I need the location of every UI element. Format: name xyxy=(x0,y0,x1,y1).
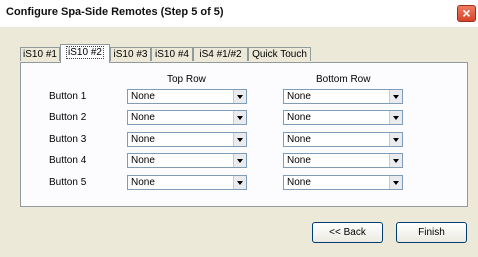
dialog-body: iS10 #1 iS10 #2 iS10 #3 iS10 #4 iS4 #1/#… xyxy=(0,26,478,257)
finish-button[interactable]: Finish xyxy=(396,222,467,243)
tab-is10-3[interactable]: iS10 #3 xyxy=(110,47,151,61)
chevron-down-icon[interactable] xyxy=(233,90,246,103)
button-1-top-select[interactable]: None xyxy=(127,89,247,104)
tab-quick-touch[interactable]: Quick Touch xyxy=(248,47,311,61)
button-2-label: Button 2 xyxy=(49,112,87,123)
tab-is10-1[interactable]: iS10 #1 xyxy=(20,47,60,61)
button-3-label: Button 3 xyxy=(49,134,87,145)
button-1-label: Button 1 xyxy=(49,91,87,102)
button-4-label: Button 4 xyxy=(49,155,87,166)
chevron-down-icon[interactable] xyxy=(389,154,402,167)
tab-is4[interactable]: iS4 #1/#2 xyxy=(193,47,248,61)
tab-is10-4[interactable]: iS10 #4 xyxy=(151,47,193,61)
chevron-down-icon[interactable] xyxy=(389,90,402,103)
chevron-down-icon[interactable] xyxy=(389,176,402,189)
chevron-down-icon[interactable] xyxy=(389,111,402,124)
back-button[interactable]: << Back xyxy=(312,222,383,243)
button-3-top-select[interactable]: None xyxy=(127,132,247,147)
window-title: Configure Spa-Side Remotes (Step 5 of 5) xyxy=(6,6,224,18)
button-4-top-select[interactable]: None xyxy=(127,153,247,168)
top-row-header: Top Row xyxy=(167,74,206,85)
title-bar: Configure Spa-Side Remotes (Step 5 of 5)… xyxy=(0,0,478,26)
button-2-bottom-select[interactable]: None xyxy=(283,110,403,125)
chevron-down-icon[interactable] xyxy=(233,176,246,189)
chevron-down-icon[interactable] xyxy=(233,111,246,124)
tab-panel: Top Row Bottom Row Button 1 None None Bu… xyxy=(20,62,468,207)
close-button[interactable]: × xyxy=(457,5,476,22)
button-5-top-select[interactable]: None xyxy=(127,175,247,190)
button-4-bottom-select[interactable]: None xyxy=(283,153,403,168)
chevron-down-icon[interactable] xyxy=(389,133,402,146)
close-icon: × xyxy=(462,5,471,21)
button-2-top-select[interactable]: None xyxy=(127,110,247,125)
chevron-down-icon[interactable] xyxy=(233,154,246,167)
button-5-label: Button 5 xyxy=(49,177,87,188)
button-5-bottom-select[interactable]: None xyxy=(283,175,403,190)
button-3-bottom-select[interactable]: None xyxy=(283,132,403,147)
bottom-row-header: Bottom Row xyxy=(316,74,371,85)
chevron-down-icon[interactable] xyxy=(233,133,246,146)
button-1-bottom-select[interactable]: None xyxy=(283,89,403,104)
tab-is10-2[interactable]: iS10 #2 xyxy=(60,44,110,63)
